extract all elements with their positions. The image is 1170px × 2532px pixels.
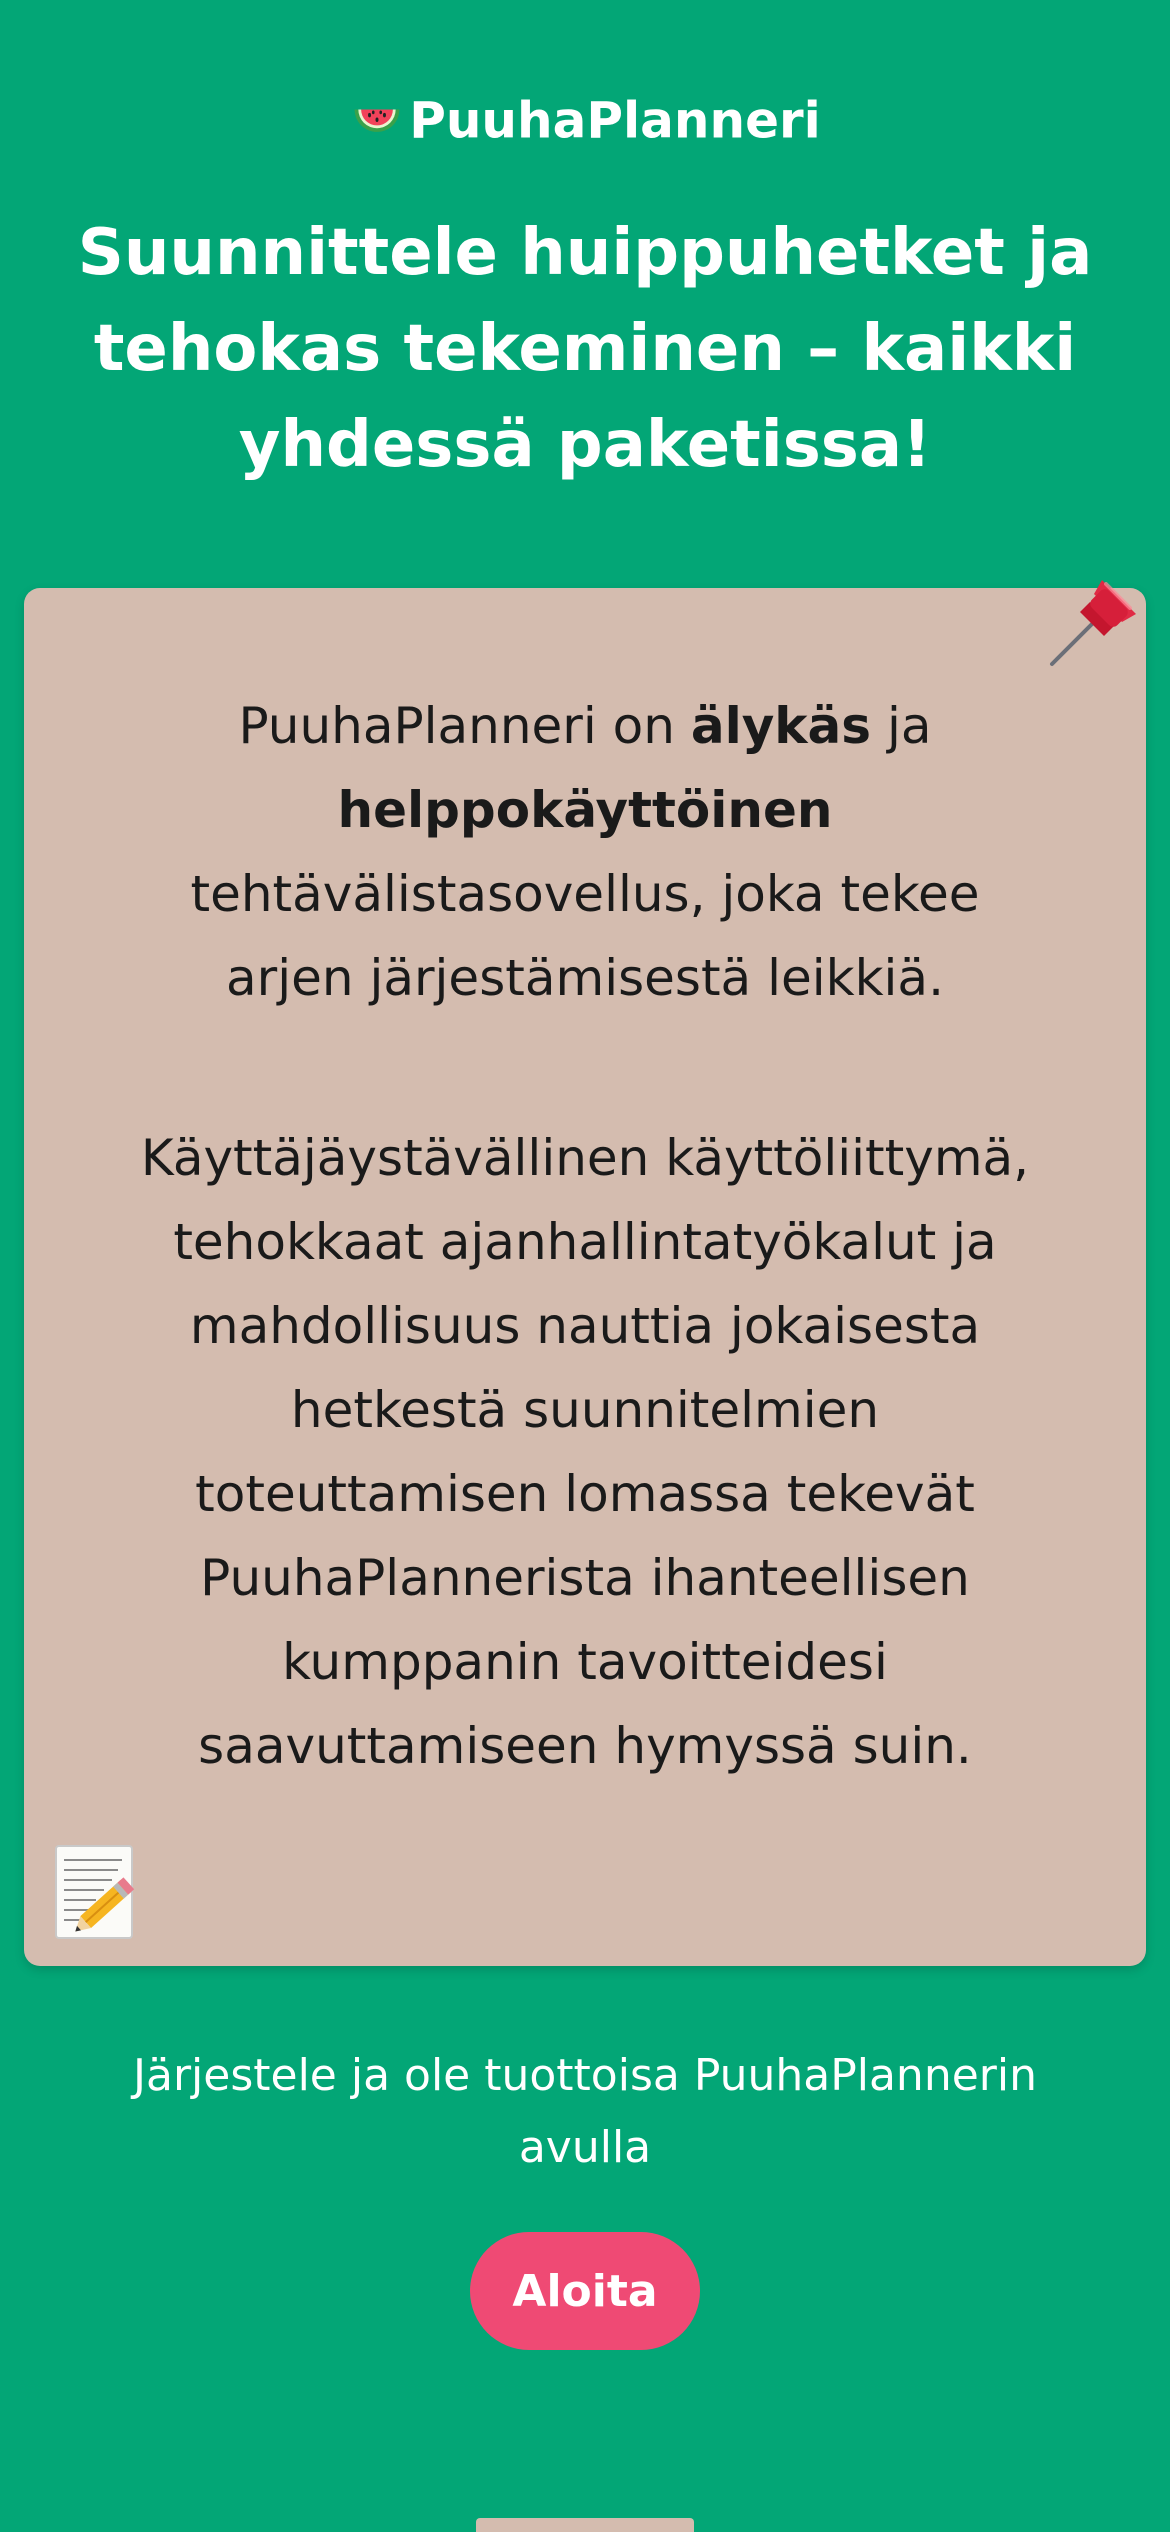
- pushpin-icon: [1050, 580, 1136, 666]
- app-header: PuuhaPlanneri: [0, 82, 1170, 156]
- intro-highlight-smart: älykäs: [690, 697, 872, 755]
- memo-pencil-icon: [55, 1845, 135, 1939]
- intro-text: PuuhaPlanneri on älykäs ja helppokäyttöi…: [134, 684, 1036, 1788]
- intro-highlight-easy: helppokäyttöinen: [337, 781, 833, 839]
- app-brand: PuuhaPlanneri: [409, 91, 821, 150]
- intro-text-connector: ja: [871, 697, 932, 755]
- intro-text-prefix: PuuhaPlanneri on: [238, 697, 691, 755]
- tagline: Järjestele ja ole tuottoisa PuuhaPlanner…: [133, 2050, 1037, 2173]
- intro-card: PuuhaPlanneri on älykäs ja helppokäyttöi…: [24, 580, 1146, 1966]
- watermelon-icon: [354, 109, 400, 132]
- intro-text-suffix: tehtävälistasovellus, joka tekee arjen j…: [190, 865, 980, 1007]
- start-button[interactable]: Aloita: [470, 2232, 700, 2350]
- page-title: Suunnittele huippuhetket ja tehokas teke…: [77, 216, 1093, 482]
- intro-paragraph-1: PuuhaPlanneri on älykäs ja helppokäyttöi…: [134, 684, 1036, 1020]
- home-indicator: [476, 2518, 694, 2532]
- intro-paragraph-2: Käyttäjäystävällinen käyttöliittymä, teh…: [140, 1129, 1030, 1775]
